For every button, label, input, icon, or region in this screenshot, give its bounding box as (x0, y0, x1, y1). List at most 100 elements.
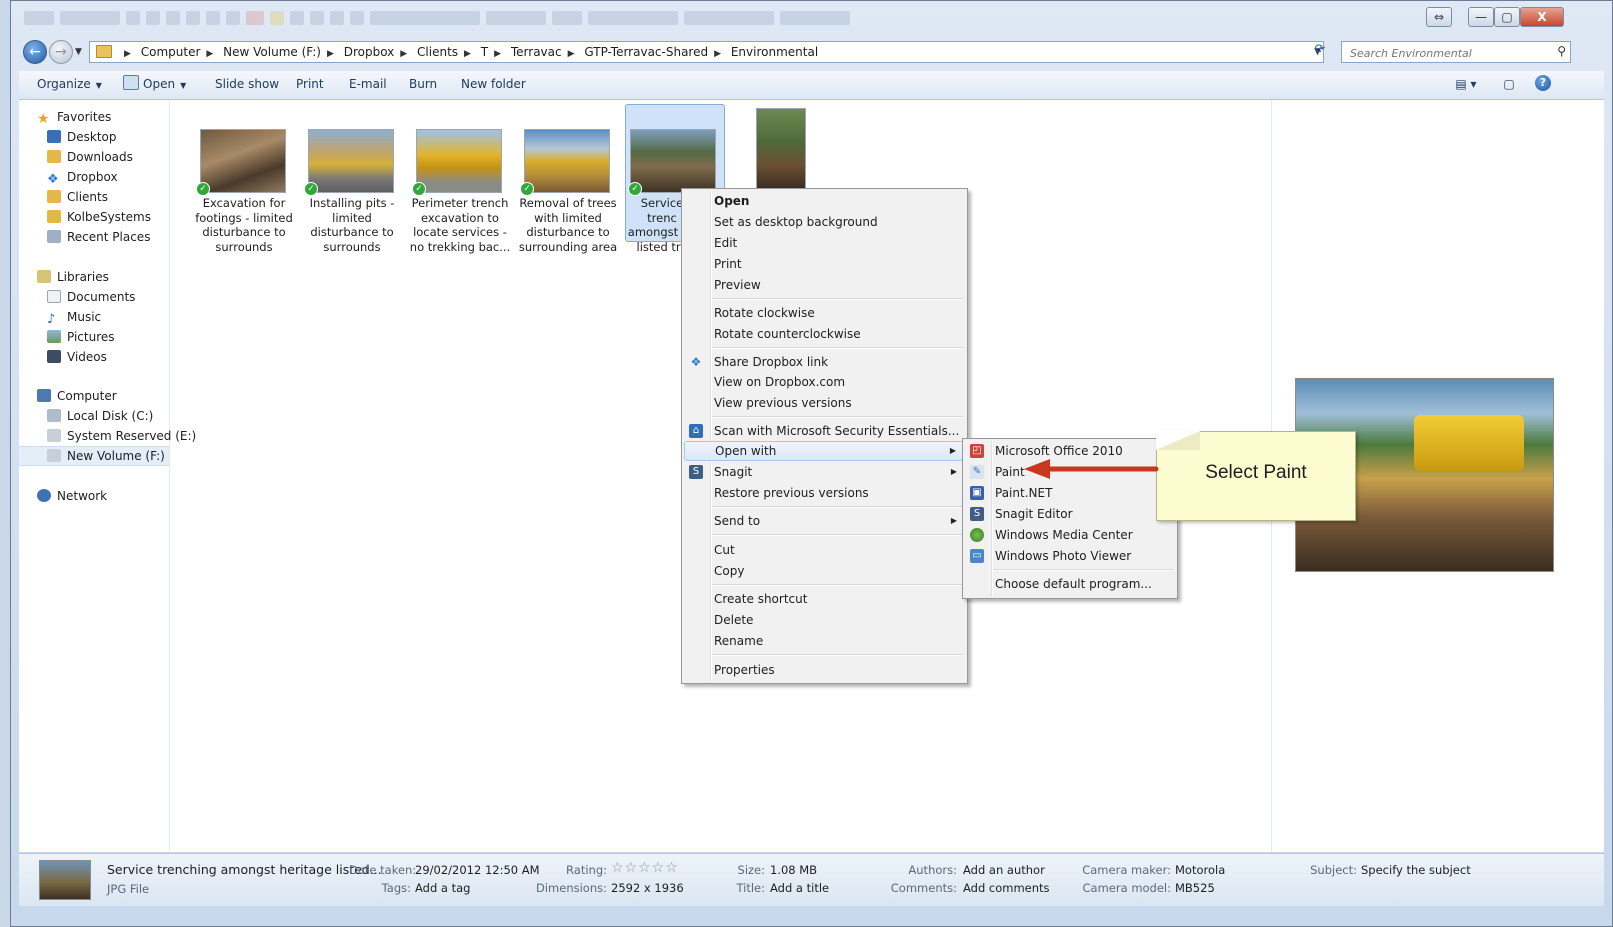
burn-button[interactable]: Burn (409, 71, 437, 97)
crumb-gtp-shared[interactable]: GTP-Terravac-Shared (584, 45, 708, 59)
print-button[interactable]: Print (296, 71, 324, 97)
menu-preview[interactable]: Preview (684, 275, 965, 295)
menu-view-on-dropbox[interactable]: View on Dropbox.com (684, 372, 965, 392)
search-icon: ⚲ (1557, 44, 1566, 58)
maximize-button[interactable]: ▢ (1494, 7, 1520, 27)
menu-send-to[interactable]: Send to ▶ (684, 511, 965, 531)
menu-rename[interactable]: Rename (684, 631, 965, 651)
breadcrumb[interactable]: ▶ Computer ▶ New Volume (F:) ▶ Dropbox ▶ Cl… (89, 41, 1324, 63)
comments-value[interactable]: Add comments (963, 881, 1050, 895)
nav-network[interactable]: Network (19, 486, 187, 506)
rating-stars[interactable]: ☆☆☆☆☆ (611, 860, 679, 876)
crumb-environmental[interactable]: Environmental (731, 45, 818, 59)
openwith-photo-viewer[interactable]: ▭ Windows Photo Viewer (965, 546, 1175, 566)
crumb-dropbox[interactable]: Dropbox (344, 45, 395, 59)
organize-button[interactable]: Organize ▼ (37, 71, 102, 97)
window-mode-button[interactable]: ⇔ (1426, 7, 1452, 27)
pictures-icon (47, 330, 61, 343)
desktop-icon (47, 130, 61, 143)
crumb-terravac[interactable]: Terravac (511, 45, 562, 59)
openwith-paintnet[interactable]: ▣ Paint.NET (965, 483, 1175, 503)
openwith-media-center[interactable]: Windows Media Center (965, 525, 1175, 545)
menu-rotate-counterclockwise[interactable]: Rotate counterclockwise (684, 324, 965, 344)
crumb-clients[interactable]: Clients (417, 45, 458, 59)
recent-pages-dropdown[interactable]: ▼ (75, 47, 82, 57)
search-box[interactable]: ⚲ (1341, 41, 1571, 63)
menu-open-with[interactable]: Open with ▶ (684, 441, 965, 461)
menu-delete[interactable]: Delete (684, 610, 965, 630)
file-item[interactable]: ✓ Installing pits - limited disturbance to… (298, 100, 406, 254)
thumbnail-image (630, 129, 716, 193)
openwith-snagit-editor[interactable]: S Snagit Editor (965, 504, 1175, 524)
change-view-button[interactable]: ▤ ▾ (1451, 75, 1481, 93)
menu-properties[interactable]: Properties (684, 660, 965, 680)
file-item[interactable]: ✓ Perimeter trench excavation to locate se… (406, 100, 514, 254)
file-item[interactable]: ✓ Excavation for footings - limited distur… (190, 100, 298, 254)
menu-share-dropbox-link[interactable]: ❖ Share Dropbox link (684, 352, 965, 372)
title-bar: ⇔ — ▢ X (11, 1, 1612, 35)
tags-value[interactable]: Add a tag (415, 881, 470, 895)
menu-scan-mse[interactable]: ⌂ Scan with Microsoft Security Essentials… (684, 421, 965, 441)
close-button[interactable]: X (1520, 7, 1564, 27)
synced-check-icon: ✓ (628, 182, 642, 196)
menu-rotate-clockwise[interactable]: Rotate clockwise (684, 303, 965, 323)
openwith-choose-default[interactable]: Choose default program... (965, 574, 1175, 594)
menu-cut[interactable]: Cut (684, 540, 965, 560)
file-item[interactable]: ✓ Removal of trees with limited disturbanc… (514, 100, 622, 254)
file-item[interactable] (740, 100, 848, 190)
menu-set-desktop-background[interactable]: Set as desktop background (684, 212, 965, 232)
refresh-icon[interactable]: ⟳ (1311, 42, 1329, 60)
subject-value[interactable]: Specify the subject (1361, 863, 1471, 877)
back-arrow-icon: ← (29, 44, 41, 60)
crumb-new-volume[interactable]: New Volume (F:) (223, 45, 321, 59)
callout-arrow (1024, 459, 1159, 479)
nav-computer[interactable]: Computer (19, 386, 187, 406)
title-value[interactable]: Add a title (770, 881, 829, 895)
crumb-computer[interactable]: Computer (141, 45, 201, 59)
new-folder-button[interactable]: New folder (461, 71, 526, 97)
email-button[interactable]: E-mail (349, 71, 387, 97)
authors-value[interactable]: Add an author (963, 863, 1045, 877)
open-button[interactable]: Open ▼ (123, 71, 186, 97)
forward-button[interactable]: → (49, 40, 73, 64)
chevron-down-icon: ▼ (95, 81, 102, 90)
nav-new-volume[interactable]: New Volume (F:) (19, 446, 169, 466)
media-center-icon (970, 528, 984, 542)
camera-model-label: Camera model: (1082, 881, 1171, 895)
submenu-arrow-icon: ▶ (949, 446, 956, 455)
computer-icon (37, 389, 51, 402)
menu-print[interactable]: Print (684, 254, 965, 274)
menu-open[interactable]: Open (684, 191, 965, 211)
comments-label: Comments: (890, 881, 957, 895)
forward-arrow-icon: → (55, 44, 67, 60)
dropbox-icon: ❖ (690, 355, 702, 369)
callout-fold (1156, 431, 1200, 450)
search-input[interactable] (1348, 43, 1542, 63)
authors-label: Authors: (908, 863, 957, 877)
menu-restore-previous-versions[interactable]: Restore previous versions (684, 483, 965, 503)
chevron-right-icon: ▶ (124, 49, 131, 59)
context-menu: Open Set as desktop background Edit Prin… (681, 188, 968, 684)
videos-icon (47, 350, 61, 363)
menu-snagit[interactable]: S Snagit ▶ (684, 462, 965, 482)
menu-create-shortcut[interactable]: Create shortcut (684, 589, 965, 609)
paint-icon: ✎ (970, 465, 984, 479)
camera-model-value[interactable]: MB525 (1175, 881, 1215, 895)
slideshow-button[interactable]: Slide show (215, 71, 279, 97)
office-icon: ◰ (970, 444, 984, 458)
menu-copy[interactable]: Copy (684, 561, 965, 581)
help-button[interactable]: ? (1535, 75, 1551, 91)
date-taken-value[interactable]: 29/02/2012 12:50 AM (415, 863, 540, 877)
snagit-icon: S (689, 465, 703, 479)
minimize-button[interactable]: — (1468, 7, 1494, 27)
nav-libraries[interactable]: Libraries (19, 267, 187, 287)
back-button[interactable]: ← (23, 40, 47, 64)
size-value: 1.08 MB (770, 863, 818, 877)
preview-pane-button[interactable]: ▢ (1499, 75, 1519, 93)
nav-favorites[interactable]: ★ Favorites (19, 107, 187, 127)
camera-maker-value[interactable]: Motorola (1175, 863, 1225, 877)
synced-check-icon: ✓ (520, 182, 534, 196)
crumb-t[interactable]: T (481, 45, 488, 59)
menu-edit[interactable]: Edit (684, 233, 965, 253)
menu-view-previous-versions[interactable]: View previous versions (684, 393, 965, 413)
